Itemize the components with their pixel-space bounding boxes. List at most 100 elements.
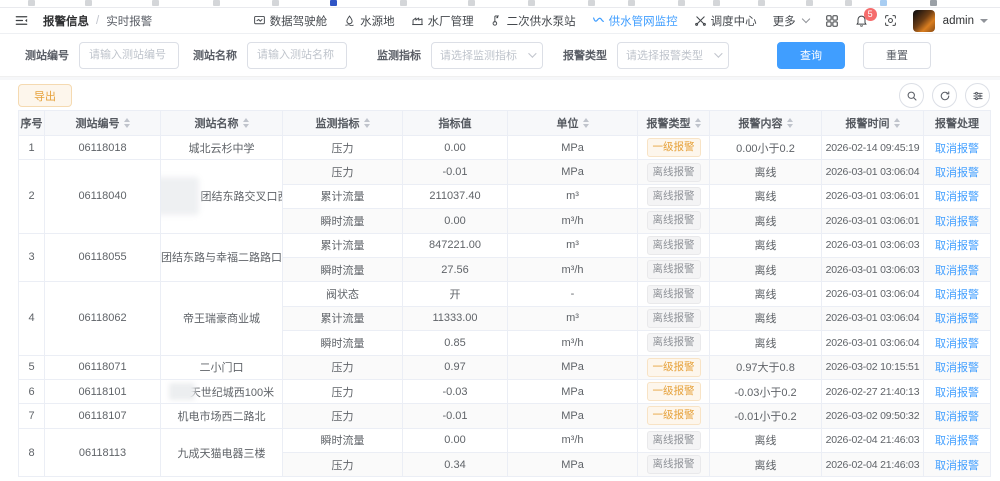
station-name-input[interactable] bbox=[247, 42, 347, 69]
cancel-alarm-link[interactable]: 取消报警 bbox=[935, 411, 979, 423]
nav-item-pipe-network[interactable]: 供水管网监控 bbox=[592, 13, 678, 29]
nav-item-more[interactable]: 更多 bbox=[773, 13, 809, 29]
filter-label: 报警类型 bbox=[563, 47, 607, 63]
col-alarm-type[interactable]: 报警类型 bbox=[638, 111, 710, 136]
favicon[interactable] bbox=[806, 0, 813, 6]
col-station-name[interactable]: 测站名称 bbox=[161, 111, 283, 136]
avatar[interactable] bbox=[913, 10, 935, 32]
station-name-cell: 二小门口 bbox=[161, 355, 283, 379]
alarm-action-cell: 取消报警 bbox=[924, 379, 991, 403]
cancel-alarm-link[interactable]: 取消报警 bbox=[935, 240, 979, 252]
station-name: 九成天猫电器三楼 bbox=[178, 445, 266, 461]
cancel-alarm-link[interactable]: 取消报警 bbox=[935, 289, 979, 301]
favicon[interactable] bbox=[272, 0, 279, 6]
favicon[interactable] bbox=[845, 0, 852, 6]
sort-carets[interactable] bbox=[124, 118, 130, 128]
favicon[interactable] bbox=[528, 0, 535, 6]
sort-carets[interactable] bbox=[787, 118, 793, 128]
cancel-alarm-link[interactable]: 取消报警 bbox=[935, 143, 979, 155]
nav-item-water-plant[interactable]: 水厂管理 bbox=[411, 13, 474, 29]
apps-grid-icon[interactable] bbox=[825, 14, 839, 28]
alarm-action-cell: 取消报警 bbox=[924, 233, 991, 257]
search-button[interactable]: 查询 bbox=[777, 42, 845, 69]
reset-button[interactable]: 重置 bbox=[863, 42, 931, 69]
fullscreen-scan-icon[interactable] bbox=[884, 14, 897, 27]
cancel-alarm-link[interactable]: 取消报警 bbox=[935, 435, 979, 447]
col-unit[interactable]: 单位 bbox=[508, 111, 638, 136]
user-menu-caret-icon[interactable] bbox=[980, 19, 988, 23]
chevron-down-icon bbox=[714, 49, 722, 57]
column-settings-icon[interactable] bbox=[965, 83, 990, 108]
sort-carets[interactable] bbox=[695, 118, 701, 128]
nav-item-label: 水厂管理 bbox=[428, 13, 474, 29]
col-alarm-time[interactable]: 报警时间 bbox=[822, 111, 924, 136]
station-id-cell: 06118040 bbox=[45, 160, 161, 233]
alarm-type-cell: 离线报警 bbox=[638, 306, 710, 330]
refresh-icon[interactable] bbox=[932, 83, 957, 108]
cancel-alarm-link[interactable]: 取消报警 bbox=[935, 216, 979, 228]
export-button[interactable]: 导出 bbox=[18, 84, 72, 107]
topbar: 报警信息 / 实时报警 数据驾驶舱 水源地 bbox=[0, 8, 1000, 34]
cancel-alarm-link[interactable]: 取消报警 bbox=[935, 167, 979, 179]
sort-carets[interactable] bbox=[894, 118, 900, 128]
breadcrumb-item[interactable]: 报警信息 bbox=[43, 13, 89, 29]
table-row: 706118107机电市场西二路北压力-0.01MPa一级报警-0.01小于0.… bbox=[19, 404, 991, 428]
nav-item-dispatch-center[interactable]: 调度中心 bbox=[694, 13, 757, 29]
alarm-type-select[interactable]: 请选择报警类型 bbox=[617, 42, 729, 69]
sort-carets[interactable] bbox=[364, 118, 370, 128]
cancel-alarm-link[interactable]: 取消报警 bbox=[935, 191, 979, 203]
nav-item-water-source[interactable]: 水源地 bbox=[343, 13, 395, 29]
cancel-alarm-link[interactable]: 取消报警 bbox=[935, 338, 979, 350]
cancel-alarm-link[interactable]: 取消报警 bbox=[935, 460, 979, 472]
favicon[interactable] bbox=[678, 0, 685, 6]
nav-item-data-cockpit[interactable]: 数据驾驶舱 bbox=[253, 13, 328, 29]
alarm-action-cell: 取消报警 bbox=[924, 306, 991, 330]
value-cell: 0.00 bbox=[403, 209, 508, 233]
cancel-alarm-link[interactable]: 取消报警 bbox=[935, 362, 979, 374]
app-window: 报警信息 / 实时报警 数据驾驶舱 水源地 bbox=[0, 0, 1000, 481]
value-cell: -0.01 bbox=[403, 404, 508, 428]
favicon[interactable] bbox=[330, 0, 337, 6]
index-cell: 5 bbox=[19, 355, 45, 379]
alarm-time-cell: 2026-03-01 03:06:04 bbox=[822, 160, 924, 184]
alarm-type-cell: 一级报警 bbox=[638, 379, 710, 403]
favicon[interactable] bbox=[758, 0, 765, 6]
cancel-alarm-link[interactable]: 取消报警 bbox=[935, 313, 979, 325]
favicon[interactable] bbox=[85, 0, 92, 6]
favicon[interactable] bbox=[713, 0, 720, 6]
alarm-type-cell: 离线报警 bbox=[638, 282, 710, 306]
collapse-menu-icon[interactable] bbox=[14, 13, 29, 28]
favicon[interactable] bbox=[400, 0, 407, 6]
alarm-content-cell: 离线 bbox=[710, 233, 822, 257]
bell-icon[interactable]: 5 bbox=[855, 14, 868, 28]
col-station-id[interactable]: 测站编号 bbox=[45, 111, 161, 136]
filter-alarm-type: 报警类型 请选择报警类型 bbox=[563, 42, 729, 69]
alarm-type-badge: 离线报警 bbox=[647, 163, 701, 182]
search-icon[interactable] bbox=[899, 83, 924, 108]
favicon[interactable] bbox=[152, 0, 159, 6]
favicon[interactable] bbox=[930, 0, 937, 6]
alarm-content-cell: 0.97大于0.8 bbox=[710, 355, 822, 379]
table-row: 106118018城北云杉中学压力0.00MPa一级报警0.00小于0.2202… bbox=[19, 136, 991, 160]
sort-carets[interactable] bbox=[243, 118, 249, 128]
col-indicator[interactable]: 监测指标 bbox=[283, 111, 403, 136]
indicator-select[interactable]: 请选择监测指标 bbox=[431, 42, 543, 69]
favicon[interactable] bbox=[880, 0, 887, 6]
indicator-cell: 阀状态 bbox=[283, 282, 403, 306]
favicon[interactable] bbox=[588, 0, 595, 6]
col-alarm-content[interactable]: 报警内容 bbox=[710, 111, 822, 136]
value-cell: -0.03 bbox=[403, 379, 508, 403]
indicator-cell: 压力 bbox=[283, 136, 403, 160]
nav-item-pump-station[interactable]: 二次供水泵站 bbox=[490, 13, 576, 29]
favicon[interactable] bbox=[213, 0, 220, 6]
alarm-type-badge: 离线报警 bbox=[647, 309, 701, 328]
cancel-alarm-link[interactable]: 取消报警 bbox=[935, 387, 979, 399]
station-id-input[interactable] bbox=[79, 42, 179, 69]
table-row: 806118113九成天猫电器三楼瞬时流量0.00m³/h离线报警离线2026-… bbox=[19, 428, 991, 452]
favicon[interactable] bbox=[628, 0, 635, 6]
username[interactable]: admin bbox=[943, 15, 974, 27]
favicon[interactable] bbox=[28, 0, 35, 6]
cancel-alarm-link[interactable]: 取消报警 bbox=[935, 265, 979, 277]
favicon[interactable] bbox=[468, 0, 475, 6]
sort-carets[interactable] bbox=[583, 118, 589, 128]
